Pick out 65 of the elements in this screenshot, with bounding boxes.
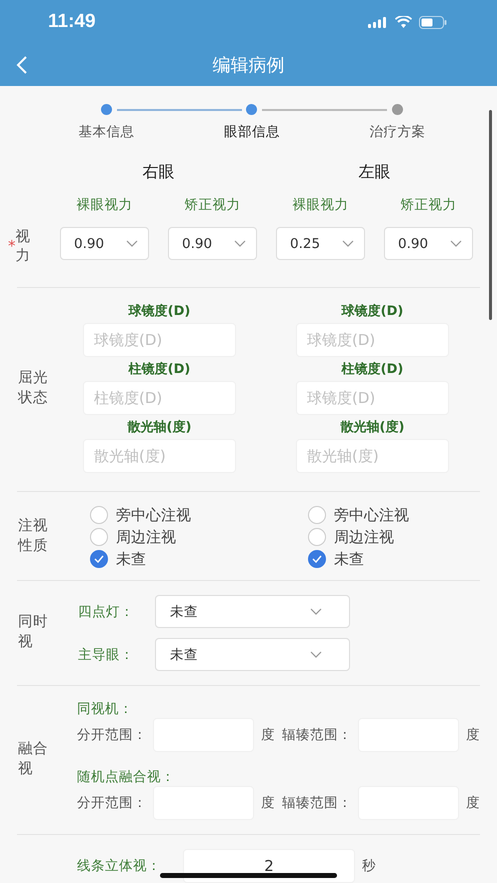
status-time: 11:49 bbox=[48, 11, 96, 33]
section-label: 注视性质 bbox=[18, 517, 49, 556]
page-title: 编辑病例 bbox=[212, 54, 284, 77]
radio-option[interactable]: 周边注视 bbox=[308, 526, 497, 548]
scrollbar[interactable] bbox=[489, 110, 492, 320]
radio-option[interactable]: 周边注视 bbox=[90, 526, 308, 548]
step-label[interactable]: 基本信息 bbox=[78, 123, 135, 141]
field-label: 散光轴(度) bbox=[340, 418, 404, 436]
field-label: 散光轴(度) bbox=[128, 418, 192, 436]
radio-option[interactable]: 旁中心注视 bbox=[308, 504, 497, 526]
group-label: 随机点融合视： bbox=[77, 768, 176, 786]
section-label: 融合视 bbox=[18, 740, 49, 779]
field-label: 主导眼： bbox=[78, 646, 135, 664]
radio-option[interactable]: 旁中心注视 bbox=[90, 504, 308, 526]
group-label: 同视机： bbox=[77, 700, 134, 718]
unit-label: 度 bbox=[261, 726, 276, 744]
chevron-down-icon bbox=[310, 651, 322, 658]
eye-heading: 左眼 bbox=[358, 162, 390, 183]
field-label: 辐辏范围： bbox=[282, 794, 353, 812]
field-label: 矫正视力 bbox=[400, 196, 456, 214]
field-label: 四点灯： bbox=[78, 602, 135, 620]
field-label: 裸眼视力 bbox=[292, 196, 348, 214]
acuity-select[interactable]: 0.90 bbox=[384, 227, 473, 260]
acuity-select[interactable]: 0.90 bbox=[168, 227, 257, 260]
step-label[interactable]: 眼部信息 bbox=[224, 123, 280, 141]
field-label: 裸眼视力 bbox=[76, 196, 132, 214]
field-label: 柱镜度(D) bbox=[342, 360, 404, 378]
acuity-select[interactable]: 0.25 bbox=[276, 227, 365, 260]
back-button[interactable] bbox=[16, 56, 28, 74]
section-label: 屈光状态 bbox=[18, 369, 49, 408]
eye-heading: 右眼 bbox=[142, 162, 174, 183]
chevron-down-icon bbox=[342, 240, 354, 247]
section-label: 同时视 bbox=[18, 613, 49, 652]
unit-label: 度 bbox=[466, 794, 481, 812]
radio-option[interactable]: 未查 bbox=[308, 548, 497, 570]
signal-icon bbox=[368, 16, 388, 28]
step-label[interactable]: 治疗方案 bbox=[369, 123, 426, 141]
input-field[interactable]: 球镜度(D) bbox=[296, 323, 449, 357]
field-label: 球镜度(D) bbox=[128, 302, 190, 320]
input-field[interactable]: 球镜度(D) bbox=[83, 323, 236, 357]
input-field[interactable]: 柱镜度(D) bbox=[83, 381, 236, 415]
input-field[interactable]: 散光轴(度) bbox=[296, 439, 449, 473]
unit-label: 秒 bbox=[362, 857, 377, 875]
chevron-down-icon bbox=[126, 240, 138, 247]
input-field[interactable]: 散光轴(度) bbox=[83, 439, 236, 473]
field-label: 球镜度(D) bbox=[342, 302, 404, 320]
unit-label: 度 bbox=[261, 794, 276, 812]
battery-icon bbox=[419, 16, 447, 28]
dropdown-select[interactable]: 未查 bbox=[155, 638, 350, 671]
home-indicator-overlay[interactable] bbox=[160, 873, 337, 878]
unit-label: 度 bbox=[466, 726, 481, 744]
field-label: 线条立体视： bbox=[77, 857, 162, 875]
chevron-down-icon bbox=[310, 608, 322, 615]
field-label: 分开范围： bbox=[77, 726, 148, 744]
radio-option[interactable]: 未查 bbox=[90, 548, 308, 570]
field-label: 分开范围： bbox=[77, 794, 148, 812]
wifi-icon bbox=[395, 16, 412, 28]
chevron-down-icon bbox=[450, 240, 462, 247]
field-label: 辐辏范围： bbox=[282, 726, 353, 744]
input-field[interactable]: 球镜度(D) bbox=[296, 381, 449, 415]
chevron-down-icon bbox=[234, 240, 246, 247]
dropdown-select[interactable]: 未查 bbox=[155, 595, 350, 628]
field-label: 柱镜度(D) bbox=[128, 360, 190, 378]
field-label: 矫正视力 bbox=[184, 196, 240, 214]
acuity-select[interactable]: 0.90 bbox=[60, 227, 149, 260]
